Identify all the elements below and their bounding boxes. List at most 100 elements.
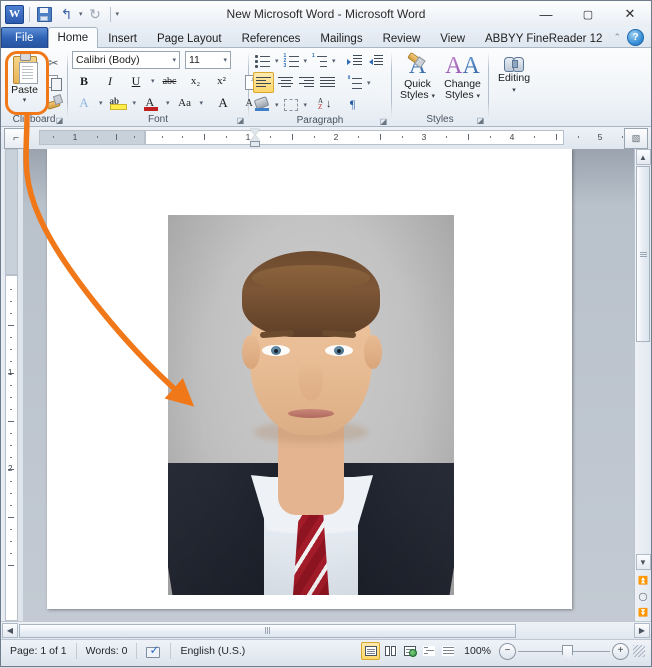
minimize-ribbon-icon[interactable]: ⌃ [613,32,621,43]
line-spacing-caret[interactable]: ▾ [366,79,372,87]
zoom-in-button[interactable]: + [612,642,629,660]
borders-button[interactable] [282,95,301,114]
tab-review[interactable]: Review [373,28,431,48]
line-spacing-button[interactable]: ⇕ [345,73,364,92]
redo-button[interactable]: ↻ [86,5,105,24]
underline-caret[interactable]: ▾ [150,77,156,85]
bold-button[interactable]: B [72,71,96,91]
vertical-scroll-thumb[interactable] [636,166,650,342]
vertical-ruler[interactable]: 1 2 [1,149,23,621]
increase-indent-button[interactable] [366,51,385,70]
bullets-button[interactable] [253,51,272,70]
font-name-combobox[interactable]: Calibri (Body) ▾ [72,51,180,69]
cut-button[interactable]: ✂ [44,54,63,71]
tab-references[interactable]: References [232,28,311,48]
clipboard-dialog-launcher[interactable]: ◪ [55,114,64,125]
strikethrough-button[interactable]: abc [158,71,182,91]
next-page-button[interactable]: ⏬ [636,605,651,620]
indent-markers[interactable] [250,128,260,148]
highlight-button[interactable]: ab [106,93,130,113]
show-formatting-marks-button[interactable]: ¶ [343,95,362,114]
format-painter-button[interactable] [44,92,63,109]
ruler-toggle-button[interactable]: ▧ [624,127,648,149]
tab-page-layout[interactable]: Page Layout [147,28,232,48]
outline-view-button[interactable] [420,643,437,659]
document-canvas[interactable] [23,149,634,621]
change-styles-button[interactable]: AA Change Styles ▾ [441,51,484,102]
copy-button[interactable] [44,73,63,91]
grow-font-button[interactable]: A [211,93,235,113]
paste-dropdown-caret[interactable]: ▾ [23,97,27,104]
tab-insert[interactable]: Insert [98,28,147,48]
scroll-right-button[interactable]: ▶ [634,623,650,638]
change-case-caret[interactable]: ▾ [199,99,205,107]
horizontal-scrollbar[interactable]: ◀ ▶ [1,621,651,639]
word-count-status[interactable]: Words: 0 [77,643,138,659]
italic-button[interactable]: I [98,71,122,91]
subscript-button[interactable]: x₂ [184,71,208,91]
proofing-status[interactable]: ✓ [137,643,172,659]
shading-button[interactable] [253,95,272,114]
change-styles-caret[interactable]: ▾ [477,93,481,100]
scroll-down-button[interactable]: ▼ [635,554,651,570]
bullets-caret[interactable]: ▾ [274,57,280,65]
scroll-left-button[interactable]: ◀ [2,623,18,638]
zoom-slider[interactable] [518,644,610,661]
print-layout-view-button[interactable] [361,642,381,660]
numbering-button[interactable]: 123 [282,51,301,70]
full-screen-reading-view-button[interactable] [382,643,399,659]
maximize-button[interactable]: ▢ [567,2,609,27]
font-size-caret[interactable]: ▾ [223,56,227,64]
superscript-button[interactable]: x² [210,71,234,91]
tab-view[interactable]: View [430,28,475,48]
language-status[interactable]: English (U.S.) [171,643,254,659]
zoom-level[interactable]: 100% [458,645,497,657]
previous-page-button[interactable]: ⏫ [636,573,651,588]
scroll-up-button[interactable]: ▲ [635,149,651,165]
font-size-combobox[interactable]: 11 ▾ [185,51,231,69]
justify-button[interactable] [318,73,337,92]
save-button[interactable] [35,5,54,24]
customize-qat-caret[interactable]: ▾ [116,10,120,18]
text-effects-caret[interactable]: ▾ [98,99,104,107]
multilevel-caret[interactable]: ▾ [331,57,337,65]
tab-mailings[interactable]: Mailings [310,28,372,48]
editing-caret[interactable]: ▾ [512,87,516,94]
styles-dialog-launcher[interactable]: ◪ [476,114,485,125]
resize-grip[interactable] [633,645,645,657]
align-center-button[interactable] [276,73,295,92]
document-page[interactable] [47,149,572,609]
page-status[interactable]: Page: 1 of 1 [1,643,77,659]
word-logo-button[interactable]: W [5,4,24,24]
align-left-button[interactable] [253,72,274,93]
align-right-button[interactable] [297,73,316,92]
zoom-out-button[interactable]: − [499,642,516,660]
underline-button[interactable]: U [124,71,148,91]
select-browse-object-button[interactable]: ◯ [636,589,651,604]
editing-button[interactable]: Editing ▾ [493,51,535,96]
minimize-button[interactable]: — [525,2,567,27]
text-effects-button[interactable]: A [72,93,96,113]
undo-dropdown-caret[interactable]: ▾ [79,10,83,18]
change-case-button[interactable]: Aa [173,93,197,113]
font-dialog-launcher[interactable]: ◪ [236,114,245,125]
vertical-scrollbar[interactable]: ▲ ▼ ⏫ ◯ ⏬ [634,149,651,621]
close-button[interactable]: ✕ [609,2,651,27]
highlight-caret[interactable]: ▾ [132,99,138,107]
font-color-caret[interactable]: ▾ [165,99,171,107]
horizontal-ruler[interactable]: 1 1 2 3 4 5 [39,128,624,148]
decrease-indent-button[interactable] [345,51,364,70]
multilevel-list-button[interactable]: 1 [310,51,329,70]
paragraph-dialog-launcher[interactable]: ◪ [379,115,388,126]
tab-abbyy-finereader[interactable]: ABBYY FineReader 12 [475,28,612,48]
tab-stop-selector[interactable]: ⌐ [4,127,28,149]
tab-file[interactable]: File [1,27,48,48]
font-name-caret[interactable]: ▾ [172,56,176,64]
sort-button[interactable]: A Z ↓ [316,95,335,114]
borders-caret[interactable]: ▾ [303,101,309,109]
quick-styles-caret[interactable]: ▾ [432,93,436,100]
tab-home[interactable]: Home [47,27,99,49]
draft-view-button[interactable] [439,643,456,659]
undo-button[interactable]: ↰ [57,5,76,24]
shading-caret[interactable]: ▾ [274,101,280,109]
